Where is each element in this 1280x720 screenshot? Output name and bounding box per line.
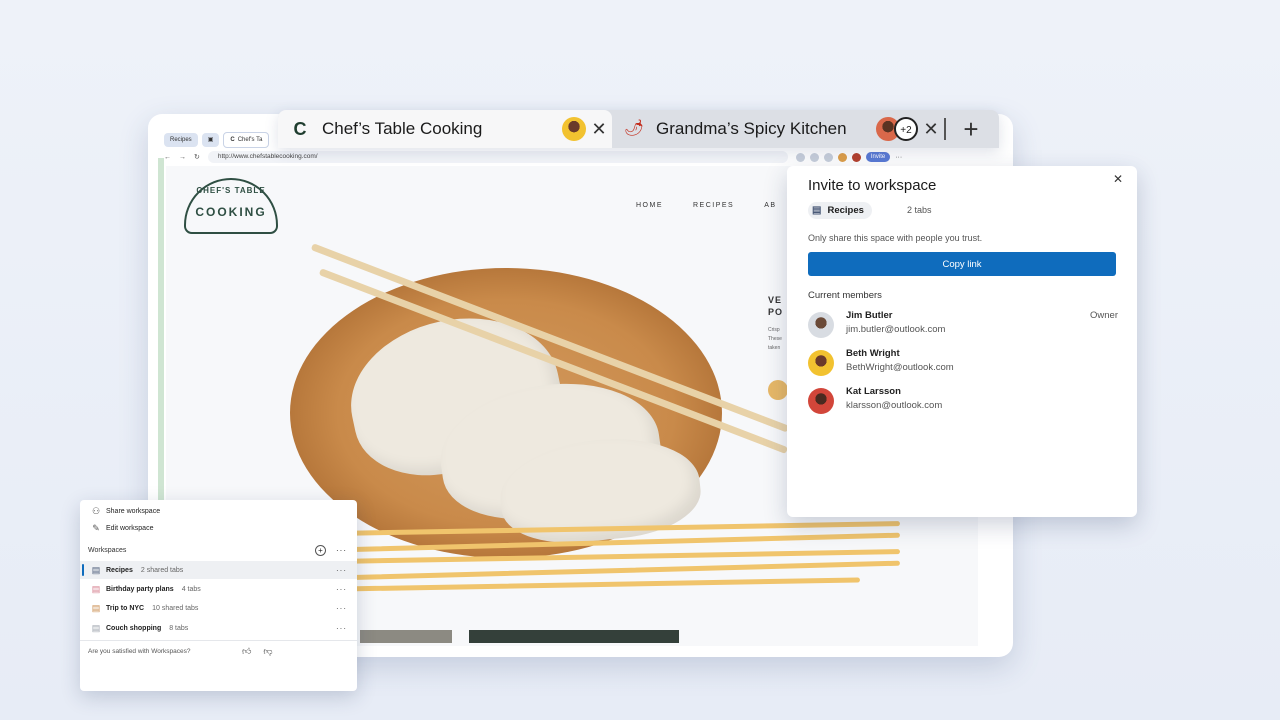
more-icon[interactable]: ··· [336,624,347,633]
divider [80,640,357,641]
workspace-name: Recipes [827,205,864,216]
workspace-icon: ▤ [91,583,101,594]
feedback-question: Are you satisfied with Workspaces? [88,648,191,655]
toolbar-right: Invite ··· [795,152,902,162]
chefs-table-favicon-icon: C [293,119,307,139]
member-email: BethWright@outlook.com [846,362,954,373]
site-logo[interactable]: CHEF'S TABLE COOKING [184,178,278,234]
close-icon[interactable]: ✕ [918,119,944,140]
avatar [808,350,834,376]
workspace-icon: ▤ [91,602,101,613]
forward-icon[interactable]: → [179,154,186,161]
edit-workspace-item[interactable]: ✎ Edit workspace [80,519,357,537]
workspace-icon: ▤ [812,205,822,216]
tab-title: Chef’s Table Cooking [322,119,483,138]
tab-title: Grandma’s Spicy Kitchen [656,119,847,138]
workspaces-heading: Workspaces [88,547,127,554]
more-icon[interactable]: ··· [336,585,347,594]
menu-label: Edit workspace [106,524,154,532]
back-icon[interactable]: ← [164,154,171,161]
nav-recipes[interactable]: RECIPES [693,202,734,209]
close-icon[interactable]: ✕ [1113,172,1123,186]
nav-about[interactable]: AB [764,202,776,209]
workspace-count: 2 shared tabs [140,566,184,574]
thumbs-down-icon[interactable]: 👎︎ [263,646,272,657]
feedback-buttons: 👍︎ 👎︎ [242,646,273,657]
refresh-icon[interactable]: ↻ [194,153,200,161]
tab-grandmas-spicy-kitchen[interactable]: 🌶 Grandma’s Spicy Kitchen +2 ✕ [614,110,944,148]
pencil-icon: ✎ [92,522,100,533]
workspace-count: 4 tabs [181,585,201,593]
menu-label: Share workspace [106,507,161,515]
new-tab-plus-icon[interactable]: + [954,112,988,146]
member-name: Jim Butler [846,310,893,321]
member-row: Jim Butler jim.butler@outlook.com Owner [808,310,1118,340]
avatar [837,152,847,162]
member-email: klarsson@outlook.com [846,400,943,411]
workspace-name: Recipes [106,566,133,574]
workspace-item-nyc[interactable]: ▤ Trip to NYC 10 shared tabs ··· [80,599,357,617]
mini-tab-recipes[interactable]: Recipes [164,133,198,147]
avatar [808,388,834,414]
hero-body: Crisp These taken [768,327,782,351]
url-field[interactable]: http://www.chefstablecooking.com/ [207,151,788,163]
member-role: Owner [1090,310,1118,321]
workspace-icon: ▤ [91,564,101,575]
avatar [562,117,586,141]
address-bar-row: ← → ↻ http://www.chefstablecooking.com/ … [164,150,1004,164]
member-row: Beth Wright BethWright@outlook.com [808,348,1118,378]
share-workspace-item[interactable]: ⚇ Share workspace [80,502,357,520]
tab-separator [944,118,946,140]
workspace-name: Birthday party plans [106,585,174,593]
workspace-item-recipes[interactable]: ▤ Recipes 2 shared tabs ··· [80,561,357,579]
copy-link-button[interactable]: Copy link [808,252,1116,276]
workspace-count: 10 shared tabs [152,604,199,612]
mini-tab-icon[interactable]: ▣ [201,133,220,147]
avatar [851,152,861,162]
more-icon[interactable]: ··· [336,566,347,575]
member-name: Kat Larsson [846,386,901,397]
add-workspace-icon[interactable]: + [315,545,326,556]
tab-chefs-table[interactable]: C Chef’s Table Cooking ✕ [278,110,612,148]
thumbnail-image[interactable] [360,630,452,643]
chili-icon: 🌶 [624,120,645,137]
extra-members-badge[interactable]: +2 [894,117,918,141]
more-icon[interactable]: ··· [336,604,347,613]
close-icon[interactable]: ✕ [586,119,612,140]
members-heading: Current members [808,290,882,301]
mini-tab-chefs-table[interactable]: C Chef's Ta [223,132,270,148]
share-note: Only share this space with people you tr… [808,233,983,243]
workspace-name: Couch shopping [106,624,162,632]
nav-home[interactable]: HOME [636,202,663,209]
thumbnail-image[interactable] [469,630,679,643]
extension-icon[interactable] [795,152,805,162]
avatar [808,312,834,338]
collections-icon[interactable] [823,152,833,162]
tab-count: 2 tabs [907,205,932,215]
hero-button[interactable] [768,380,788,400]
member-name: Beth Wright [846,348,900,359]
share-people-icon: ⚇ [91,505,101,516]
mini-tab-row: Recipes ▣ C Chef's Ta [164,132,270,148]
workspace-item-couch[interactable]: ▤ Couch shopping 8 tabs ··· [80,619,357,637]
workspace-name: Trip to NYC [106,604,145,612]
more-icon[interactable]: ··· [336,546,347,555]
member-email: jim.butler@outlook.com [846,324,946,335]
workspace-chip: ▤ Recipes [808,202,872,219]
favorites-icon[interactable] [809,152,819,162]
invite-to-workspace-panel: Invite to workspace ✕ ▤ Recipes 2 tabs O… [787,166,1137,517]
logo-top-text: CHEF'S TABLE [196,186,266,195]
workspace-icon: ▤ [91,622,101,633]
tab-strip: C Chef’s Table Cooking ✕ 🌶 Grandma’s Spi… [278,110,999,148]
site-nav: HOME RECIPES AB [636,202,777,209]
invite-chip[interactable]: Invite [865,152,891,162]
logo-bottom-text: COOKING [195,205,267,219]
workspace-item-birthday[interactable]: ▤ Birthday party plans 4 tabs ··· [80,580,357,598]
workspaces-panel: ⚇ Share workspace ✎ Edit workspace Works… [80,500,357,691]
member-row: Kat Larsson klarsson@outlook.com [808,386,1118,416]
thumbs-up-icon[interactable]: 👍︎ [242,646,251,657]
workspace-count: 8 tabs [169,624,189,632]
more-icon[interactable]: ··· [895,154,902,161]
panel-title: Invite to workspace [808,177,937,194]
